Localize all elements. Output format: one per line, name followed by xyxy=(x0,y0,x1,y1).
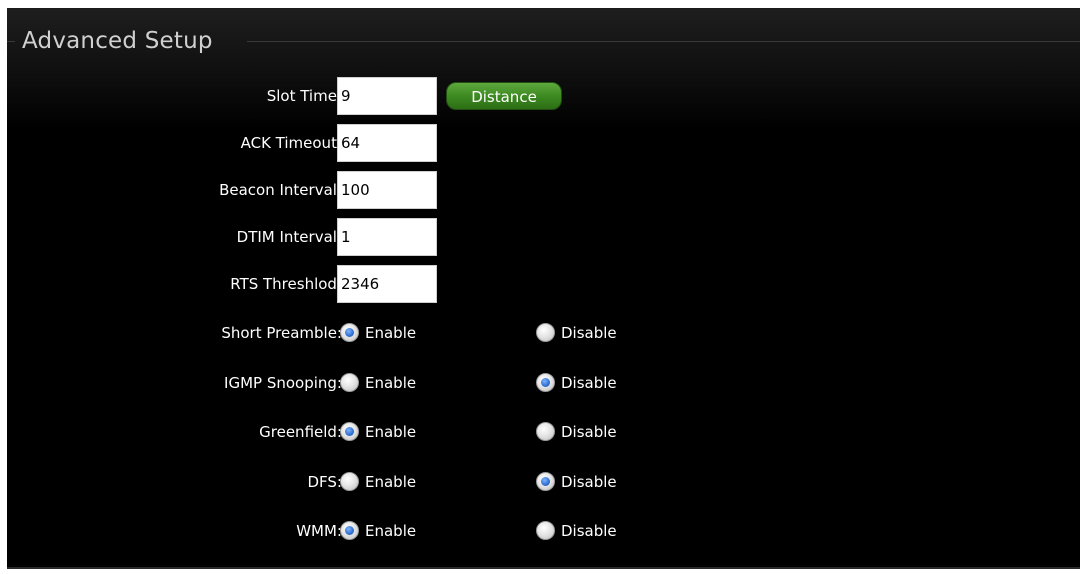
greenfield-enable-radio[interactable] xyxy=(340,422,359,441)
ack-timeout-row: ACK Timeout: xyxy=(7,123,907,163)
fieldset-border-right xyxy=(247,41,1080,42)
wmm-enable-radio[interactable] xyxy=(340,521,359,540)
dfs-enable-label[interactable]: Enable xyxy=(365,462,416,502)
wmm-row: WMM: Enable Disable xyxy=(7,511,907,551)
wmm-enable-label[interactable]: Enable xyxy=(365,511,416,551)
short-preamble-label: Short Preamble: xyxy=(221,324,342,342)
wmm-disable-label[interactable]: Disable xyxy=(561,511,617,551)
igmp-snooping-enable-radio[interactable] xyxy=(340,373,359,392)
greenfield-enable-label[interactable]: Enable xyxy=(365,412,416,452)
slot-time-label: Slot Time: xyxy=(266,87,342,105)
short-preamble-row: Short Preamble: Enable Disable xyxy=(7,313,907,353)
short-preamble-disable-label[interactable]: Disable xyxy=(561,313,617,353)
dfs-enable-radio[interactable] xyxy=(340,472,359,491)
greenfield-row: Greenfield: Enable Disable xyxy=(7,412,907,452)
distance-button[interactable]: Distance xyxy=(446,82,562,110)
dfs-label: DFS: xyxy=(307,473,343,491)
rts-threshold-input[interactable] xyxy=(337,265,437,303)
short-preamble-disable-radio[interactable] xyxy=(536,323,555,342)
wmm-disable-radio[interactable] xyxy=(536,521,555,540)
short-preamble-enable-label[interactable]: Enable xyxy=(365,313,416,353)
short-preamble-enable-radio[interactable] xyxy=(340,323,359,342)
greenfield-disable-radio[interactable] xyxy=(536,422,555,441)
ack-timeout-input[interactable] xyxy=(337,124,437,162)
dtim-interval-label: DTIM Interval: xyxy=(236,228,342,246)
wmm-label: WMM: xyxy=(296,522,342,540)
fieldset-border-left xyxy=(7,41,15,42)
greenfield-disable-label[interactable]: Disable xyxy=(561,412,617,452)
rts-threshold-row: RTS Threshlod: xyxy=(7,264,907,304)
panel-bottom-border xyxy=(7,567,1080,569)
dtim-interval-row: DTIM Interval: xyxy=(7,217,907,257)
rts-threshold-label: RTS Threshlod: xyxy=(230,275,342,293)
dtim-interval-input[interactable] xyxy=(337,218,437,256)
slot-time-input[interactable] xyxy=(337,77,437,115)
ack-timeout-label: ACK Timeout: xyxy=(240,134,342,152)
dfs-disable-radio[interactable] xyxy=(536,472,555,491)
igmp-snooping-row: IGMP Snooping: Enable Disable xyxy=(7,363,907,403)
igmp-snooping-disable-label[interactable]: Disable xyxy=(561,363,617,403)
dfs-row: DFS: Enable Disable xyxy=(7,462,907,502)
dfs-disable-label[interactable]: Disable xyxy=(561,462,617,502)
greenfield-label: Greenfield: xyxy=(259,423,342,441)
igmp-snooping-disable-radio[interactable] xyxy=(536,373,555,392)
beacon-interval-input[interactable] xyxy=(337,171,437,209)
beacon-interval-label: Beacon Interval: xyxy=(219,181,342,199)
beacon-interval-row: Beacon Interval: xyxy=(7,170,907,210)
section-title: Advanced Setup xyxy=(22,28,213,54)
slot-time-row: Slot Time: Distance xyxy=(7,76,907,116)
igmp-snooping-enable-label[interactable]: Enable xyxy=(365,363,416,403)
advanced-setup-panel: Advanced Setup Slot Time: Distance ACK T… xyxy=(7,8,1080,569)
igmp-snooping-label: IGMP Snooping: xyxy=(224,374,342,392)
